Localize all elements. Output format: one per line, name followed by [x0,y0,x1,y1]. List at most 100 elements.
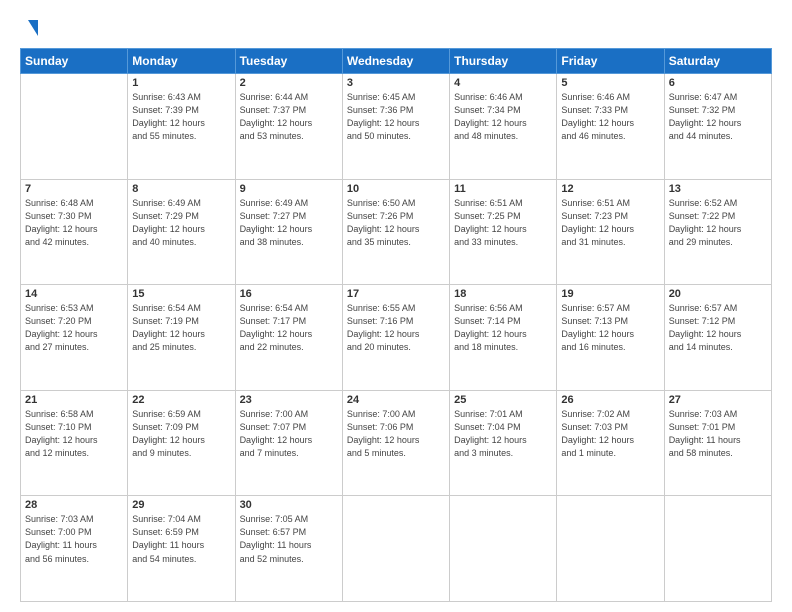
calendar-cell: 28 Sunrise: 7:03 AMSunset: 7:00 PMDayligh… [21,496,128,602]
day-number: 16 [240,288,338,300]
calendar-cell: 21 Sunrise: 6:58 AMSunset: 7:10 PMDayligh… [21,390,128,496]
logo [20,18,40,38]
day-number: 20 [669,288,767,300]
weekday-sunday: Sunday [21,49,128,74]
day-number: 2 [240,77,338,89]
day-info: Sunrise: 6:56 AMSunset: 7:14 PMDaylight:… [454,302,552,354]
day-number: 3 [347,77,445,89]
day-info: Sunrise: 6:46 AMSunset: 7:33 PMDaylight:… [561,91,659,143]
day-info: Sunrise: 6:44 AMSunset: 7:37 PMDaylight:… [240,91,338,143]
logo-icon [20,18,40,38]
day-info: Sunrise: 6:55 AMSunset: 7:16 PMDaylight:… [347,302,445,354]
calendar-cell [450,496,557,602]
day-number: 19 [561,288,659,300]
calendar-cell: 25 Sunrise: 7:01 AMSunset: 7:04 PMDayligh… [450,390,557,496]
weekday-monday: Monday [128,49,235,74]
calendar-cell: 17 Sunrise: 6:55 AMSunset: 7:16 PMDayligh… [342,285,449,391]
day-number: 22 [132,394,230,406]
day-info: Sunrise: 7:03 AMSunset: 7:01 PMDaylight:… [669,408,767,460]
day-number: 17 [347,288,445,300]
day-number: 26 [561,394,659,406]
week-row-0: 1 Sunrise: 6:43 AMSunset: 7:39 PMDaylight… [21,74,772,180]
calendar-cell [342,496,449,602]
day-number: 7 [25,183,123,195]
calendar-cell: 15Sunrise: 6:54 AMSunset: 7:19 PMDayligh… [128,285,235,391]
day-number: 8 [132,183,230,195]
day-number: 6 [669,77,767,89]
week-row-3: 21 Sunrise: 6:58 AMSunset: 7:10 PMDayligh… [21,390,772,496]
calendar-cell [664,496,771,602]
calendar-cell: 6 Sunrise: 6:47 AMSunset: 7:32 PMDaylight… [664,74,771,180]
weekday-tuesday: Tuesday [235,49,342,74]
calendar-cell [557,496,664,602]
day-info: Sunrise: 6:51 AMSunset: 7:23 PMDaylight:… [561,197,659,249]
day-info: Sunrise: 6:54 AMSunset: 7:19 PMDaylight:… [132,302,230,354]
day-info: Sunrise: 6:53 AMSunset: 7:20 PMDaylight:… [25,302,123,354]
calendar-cell: 22 Sunrise: 6:59 AMSunset: 7:09 PMDayligh… [128,390,235,496]
calendar-table: SundayMondayTuesdayWednesdayThursdayFrid… [20,48,772,602]
day-number: 24 [347,394,445,406]
calendar-cell: 18Sunrise: 6:56 AMSunset: 7:14 PMDayligh… [450,285,557,391]
day-info: Sunrise: 7:04 AMSunset: 6:59 PMDaylight:… [132,513,230,565]
calendar-cell: 9 Sunrise: 6:49 AMSunset: 7:27 PMDaylight… [235,179,342,285]
calendar-cell: 2 Sunrise: 6:44 AMSunset: 7:37 PMDaylight… [235,74,342,180]
calendar-cell: 30Sunrise: 7:05 AMSunset: 6:57 PMDayligh… [235,496,342,602]
day-info: Sunrise: 6:54 AMSunset: 7:17 PMDaylight:… [240,302,338,354]
day-info: Sunrise: 6:45 AMSunset: 7:36 PMDaylight:… [347,91,445,143]
day-number: 25 [454,394,552,406]
day-info: Sunrise: 7:01 AMSunset: 7:04 PMDaylight:… [454,408,552,460]
calendar-cell: 20 Sunrise: 6:57 AMSunset: 7:12 PMDayligh… [664,285,771,391]
day-info: Sunrise: 6:43 AMSunset: 7:39 PMDaylight:… [132,91,230,143]
day-number: 9 [240,183,338,195]
day-number: 23 [240,394,338,406]
calendar-cell: 11 Sunrise: 6:51 AMSunset: 7:25 PMDayligh… [450,179,557,285]
weekday-saturday: Saturday [664,49,771,74]
day-info: Sunrise: 6:47 AMSunset: 7:32 PMDaylight:… [669,91,767,143]
weekday-thursday: Thursday [450,49,557,74]
calendar-cell: 5 Sunrise: 6:46 AMSunset: 7:33 PMDaylight… [557,74,664,180]
calendar-cell: 1 Sunrise: 6:43 AMSunset: 7:39 PMDaylight… [128,74,235,180]
day-number: 4 [454,77,552,89]
calendar-cell: 26 Sunrise: 7:02 AMSunset: 7:03 PMDayligh… [557,390,664,496]
weekday-friday: Friday [557,49,664,74]
day-number: 28 [25,499,123,511]
day-number: 30 [240,499,338,511]
day-number: 11 [454,183,552,195]
day-info: Sunrise: 6:57 AMSunset: 7:13 PMDaylight:… [561,302,659,354]
day-info: Sunrise: 6:49 AMSunset: 7:27 PMDaylight:… [240,197,338,249]
day-info: Sunrise: 6:59 AMSunset: 7:09 PMDaylight:… [132,408,230,460]
day-info: Sunrise: 6:48 AMSunset: 7:30 PMDaylight:… [25,197,123,249]
day-info: Sunrise: 7:03 AMSunset: 7:00 PMDaylight:… [25,513,123,565]
day-info: Sunrise: 6:51 AMSunset: 7:25 PMDaylight:… [454,197,552,249]
day-number: 13 [669,183,767,195]
calendar-cell: 7 Sunrise: 6:48 AMSunset: 7:30 PMDaylight… [21,179,128,285]
calendar-cell: 8 Sunrise: 6:49 AMSunset: 7:29 PMDaylight… [128,179,235,285]
calendar-cell: 19 Sunrise: 6:57 AMSunset: 7:13 PMDayligh… [557,285,664,391]
day-info: Sunrise: 6:49 AMSunset: 7:29 PMDaylight:… [132,197,230,249]
calendar-cell: 16 Sunrise: 6:54 AMSunset: 7:17 PMDayligh… [235,285,342,391]
day-info: Sunrise: 6:50 AMSunset: 7:26 PMDaylight:… [347,197,445,249]
calendar-cell: 10Sunrise: 6:50 AMSunset: 7:26 PMDayligh… [342,179,449,285]
day-info: Sunrise: 6:46 AMSunset: 7:34 PMDaylight:… [454,91,552,143]
calendar-cell: 24Sunrise: 7:00 AMSunset: 7:06 PMDayligh… [342,390,449,496]
day-info: Sunrise: 6:52 AMSunset: 7:22 PMDaylight:… [669,197,767,249]
page: SundayMondayTuesdayWednesdayThursdayFrid… [0,0,792,612]
weekday-header-row: SundayMondayTuesdayWednesdayThursdayFrid… [21,49,772,74]
day-info: Sunrise: 6:58 AMSunset: 7:10 PMDaylight:… [25,408,123,460]
week-row-1: 7 Sunrise: 6:48 AMSunset: 7:30 PMDaylight… [21,179,772,285]
day-number: 12 [561,183,659,195]
day-number: 1 [132,77,230,89]
calendar-cell [21,74,128,180]
calendar-cell: 13 Sunrise: 6:52 AMSunset: 7:22 PMDayligh… [664,179,771,285]
day-number: 21 [25,394,123,406]
day-number: 5 [561,77,659,89]
weekday-wednesday: Wednesday [342,49,449,74]
header [20,18,772,38]
calendar-cell: 27 Sunrise: 7:03 AMSunset: 7:01 PMDayligh… [664,390,771,496]
day-info: Sunrise: 6:57 AMSunset: 7:12 PMDaylight:… [669,302,767,354]
day-number: 27 [669,394,767,406]
calendar-cell: 29Sunrise: 7:04 AMSunset: 6:59 PMDayligh… [128,496,235,602]
week-row-2: 14Sunrise: 6:53 AMSunset: 7:20 PMDayligh… [21,285,772,391]
day-info: Sunrise: 7:02 AMSunset: 7:03 PMDaylight:… [561,408,659,460]
day-info: Sunrise: 7:00 AMSunset: 7:07 PMDaylight:… [240,408,338,460]
